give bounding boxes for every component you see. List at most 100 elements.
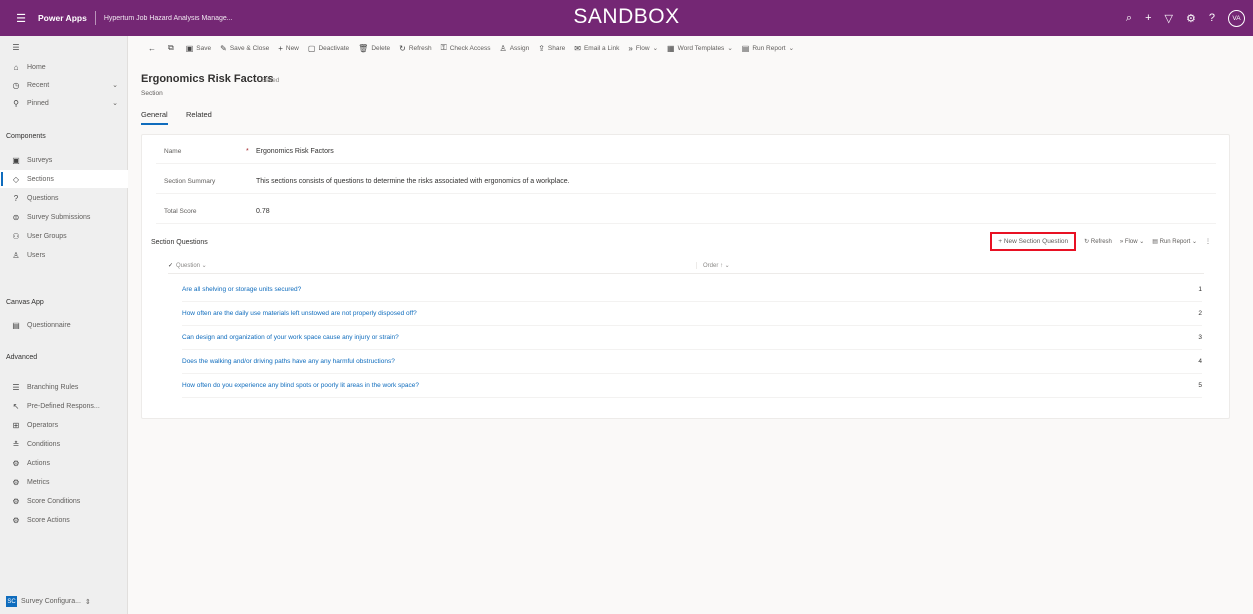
table-row[interactable]: Does the walking and/or driving paths ha… xyxy=(182,350,1202,374)
back-button[interactable]: ← xyxy=(148,44,159,53)
order-cell: 1 xyxy=(1198,286,1202,293)
question-link[interactable]: How often do you experience any blind sp… xyxy=(182,382,1172,389)
delete-button[interactable]: 🗑 Delete xyxy=(358,44,390,53)
sidebar-item-pinned[interactable]: ⚲ Pinned ⌄ xyxy=(0,94,128,112)
save-icon: ▣ xyxy=(185,43,194,53)
total-score-field[interactable]: 0.78 xyxy=(256,208,270,215)
save-button[interactable]: ▣ Save xyxy=(186,44,211,53)
sidebar-item-branching-rules[interactable]: ☰ Branching Rules xyxy=(0,378,128,396)
rules-icon: ☰ xyxy=(12,382,20,392)
flow-button[interactable]: » Flow ⌄ xyxy=(628,44,658,53)
sidebar-collapse-button[interactable]: ☰ xyxy=(0,38,128,56)
sidebar-item-actions[interactable]: ⚙ Actions xyxy=(0,454,128,472)
new-button[interactable]: + New xyxy=(278,44,299,53)
sidebar-item-sections[interactable]: ◇ Sections xyxy=(0,170,128,188)
refresh-icon: ↻ xyxy=(399,43,406,53)
check-access-button[interactable]: ⚿ Check Access xyxy=(441,43,491,53)
score-condition-icon: ⚙ xyxy=(12,496,20,506)
area-switcher[interactable]: SC Survey Configura... ⇕ xyxy=(6,596,91,607)
help-icon[interactable]: ? xyxy=(1209,12,1215,24)
sidebar-group-advanced: Advanced xyxy=(6,354,38,361)
chevron-down-icon: ⌄ xyxy=(200,263,207,269)
table-row[interactable]: Are all shelving or storage units secure… xyxy=(182,278,1202,302)
gear-icon[interactable]: ⚙ xyxy=(1186,12,1196,25)
field-label: Section Summary xyxy=(164,178,216,185)
more-icon[interactable]: ⋮ xyxy=(1205,238,1211,245)
question-link[interactable]: Are all shelving or storage units secure… xyxy=(182,286,1172,293)
sidebar-item-metrics[interactable]: ⚙ Metrics xyxy=(0,473,128,491)
sidebar-item-questions[interactable]: ? Questions xyxy=(0,189,128,207)
deactivate-button[interactable]: ▢ Deactivate xyxy=(308,44,349,53)
sidebar-item-label: Questionnaire xyxy=(27,321,71,329)
assign-button[interactable]: ♙ Assign xyxy=(500,44,530,53)
table-row[interactable]: How often do you experience any blind sp… xyxy=(182,374,1202,398)
sidebar-item-conditions[interactable]: ≛ Conditions xyxy=(0,435,128,453)
column-header-order[interactable]: Order ↑ ⌄ xyxy=(696,262,730,269)
subgrid-refresh-button[interactable]: ↻ Refresh xyxy=(1084,238,1112,245)
sidebar-item-label: Surveys xyxy=(27,156,53,164)
group-icon: ⚇ xyxy=(12,231,20,241)
subgrid-title: Section Questions xyxy=(151,239,208,246)
tab-related[interactable]: Related xyxy=(186,110,212,123)
subgrid-run-report-button[interactable]: ▤ Run Report ⌄ xyxy=(1152,238,1197,245)
run-report-button[interactable]: ▤ Run Report ⌄ xyxy=(742,44,794,53)
order-cell: 2 xyxy=(1198,310,1202,317)
word-templates-button[interactable]: ▦ Word Templates ⌄ xyxy=(667,44,733,53)
divider xyxy=(94,11,96,25)
sidebar-item-recent[interactable]: ◷ Recent ⌄ xyxy=(0,76,128,94)
checkmark-icon[interactable]: ✓ xyxy=(168,262,176,269)
sidebar-item-pre-defined-responses[interactable]: ↖ Pre-Defined Respons... xyxy=(0,397,128,415)
avatar[interactable]: VA xyxy=(1228,9,1245,27)
question-link[interactable]: Does the walking and/or driving paths ha… xyxy=(182,358,1172,365)
plus-icon: + xyxy=(278,43,283,53)
app-title[interactable]: Hypertum Job Hazard Analysis Manage... xyxy=(104,15,233,22)
table-row[interactable]: How often are the daily use materials le… xyxy=(182,302,1202,326)
save-close-button[interactable]: ✎ Save & Close xyxy=(220,44,269,53)
new-section-question-button[interactable]: + New Section Question xyxy=(990,232,1077,251)
subgrid-run-report-label: Run Report xyxy=(1159,239,1191,245)
email-link-button[interactable]: ✉ Email a Link xyxy=(574,44,619,53)
question-link[interactable]: How often are the daily use materials le… xyxy=(182,310,1172,317)
column-header-question[interactable]: Question ⌄ xyxy=(176,262,696,269)
sidebar-item-label: Recent xyxy=(27,81,50,89)
sidebar-item-user-groups[interactable]: ⚇ User Groups xyxy=(0,227,128,245)
check-access-icon: ⚿ xyxy=(440,43,447,52)
sidebar-item-label: Branching Rules xyxy=(27,383,79,391)
waffle-icon[interactable]: ☰ xyxy=(10,12,32,25)
sidebar-item-surveys[interactable]: ▣ Surveys xyxy=(0,151,128,169)
chevron-down-icon: ⌄ xyxy=(1137,239,1145,245)
sidebar-item-home[interactable]: ⌂ Home xyxy=(0,58,128,76)
search-icon[interactable]: ⌕ xyxy=(1126,12,1132,25)
clock-icon: ◷ xyxy=(12,80,20,90)
subgrid-header: ✓ Question ⌄ Order ↑ ⌄ xyxy=(168,258,1204,274)
column-label: Order xyxy=(703,263,719,269)
filter-icon[interactable]: ▽ xyxy=(1165,12,1173,25)
app-name[interactable]: Power Apps xyxy=(38,13,87,23)
command-bar: ← ⧉ ▣ Save ✎ Save & Close + New ▢ Deactivate… xyxy=(128,36,1253,60)
field-name: Name * Ergonomics Risk Factors xyxy=(156,140,1216,164)
assign-icon: ♙ xyxy=(499,43,507,53)
sidebar-item-score-actions[interactable]: ⚙ Score Actions xyxy=(0,511,128,529)
table-row[interactable]: Can design and organization of your work… xyxy=(182,326,1202,350)
refresh-button[interactable]: ↻ Refresh xyxy=(399,44,431,53)
subgrid-flow-button[interactable]: » Flow ⌄ xyxy=(1120,238,1144,245)
sidebar-item-questionnaire[interactable]: ▤ Questionnaire xyxy=(0,316,128,334)
tab-general[interactable]: General xyxy=(141,110,168,125)
new-label: New xyxy=(285,44,299,52)
sidebar-item-operators[interactable]: ⊞ Operators xyxy=(0,416,128,434)
share-button[interactable]: ⇪ Share xyxy=(538,44,565,53)
question-link[interactable]: Can design and organization of your work… xyxy=(182,334,1172,341)
order-cell: 5 xyxy=(1198,382,1202,389)
sidebar-item-survey-submissions[interactable]: ⊜ Survey Submissions xyxy=(0,208,128,226)
popout-button[interactable]: ⧉ xyxy=(168,43,177,53)
section-summary-field[interactable]: This sections consists of questions to d… xyxy=(256,178,570,185)
score-action-icon: ⚙ xyxy=(12,515,20,525)
pin-icon: ⚲ xyxy=(13,98,19,108)
order-cell: 4 xyxy=(1198,358,1202,365)
name-field[interactable]: Ergonomics Risk Factors xyxy=(256,148,334,155)
plus-icon[interactable]: + xyxy=(1145,12,1151,24)
area-label: Survey Configura... xyxy=(21,598,81,605)
sidebar-item-score-conditions[interactable]: ⚙ Score Conditions xyxy=(0,492,128,510)
subgrid-commands: + New Section Question ↻ Refresh » Flow … xyxy=(990,232,1211,251)
sidebar-item-users[interactable]: ♙ Users xyxy=(0,246,128,264)
